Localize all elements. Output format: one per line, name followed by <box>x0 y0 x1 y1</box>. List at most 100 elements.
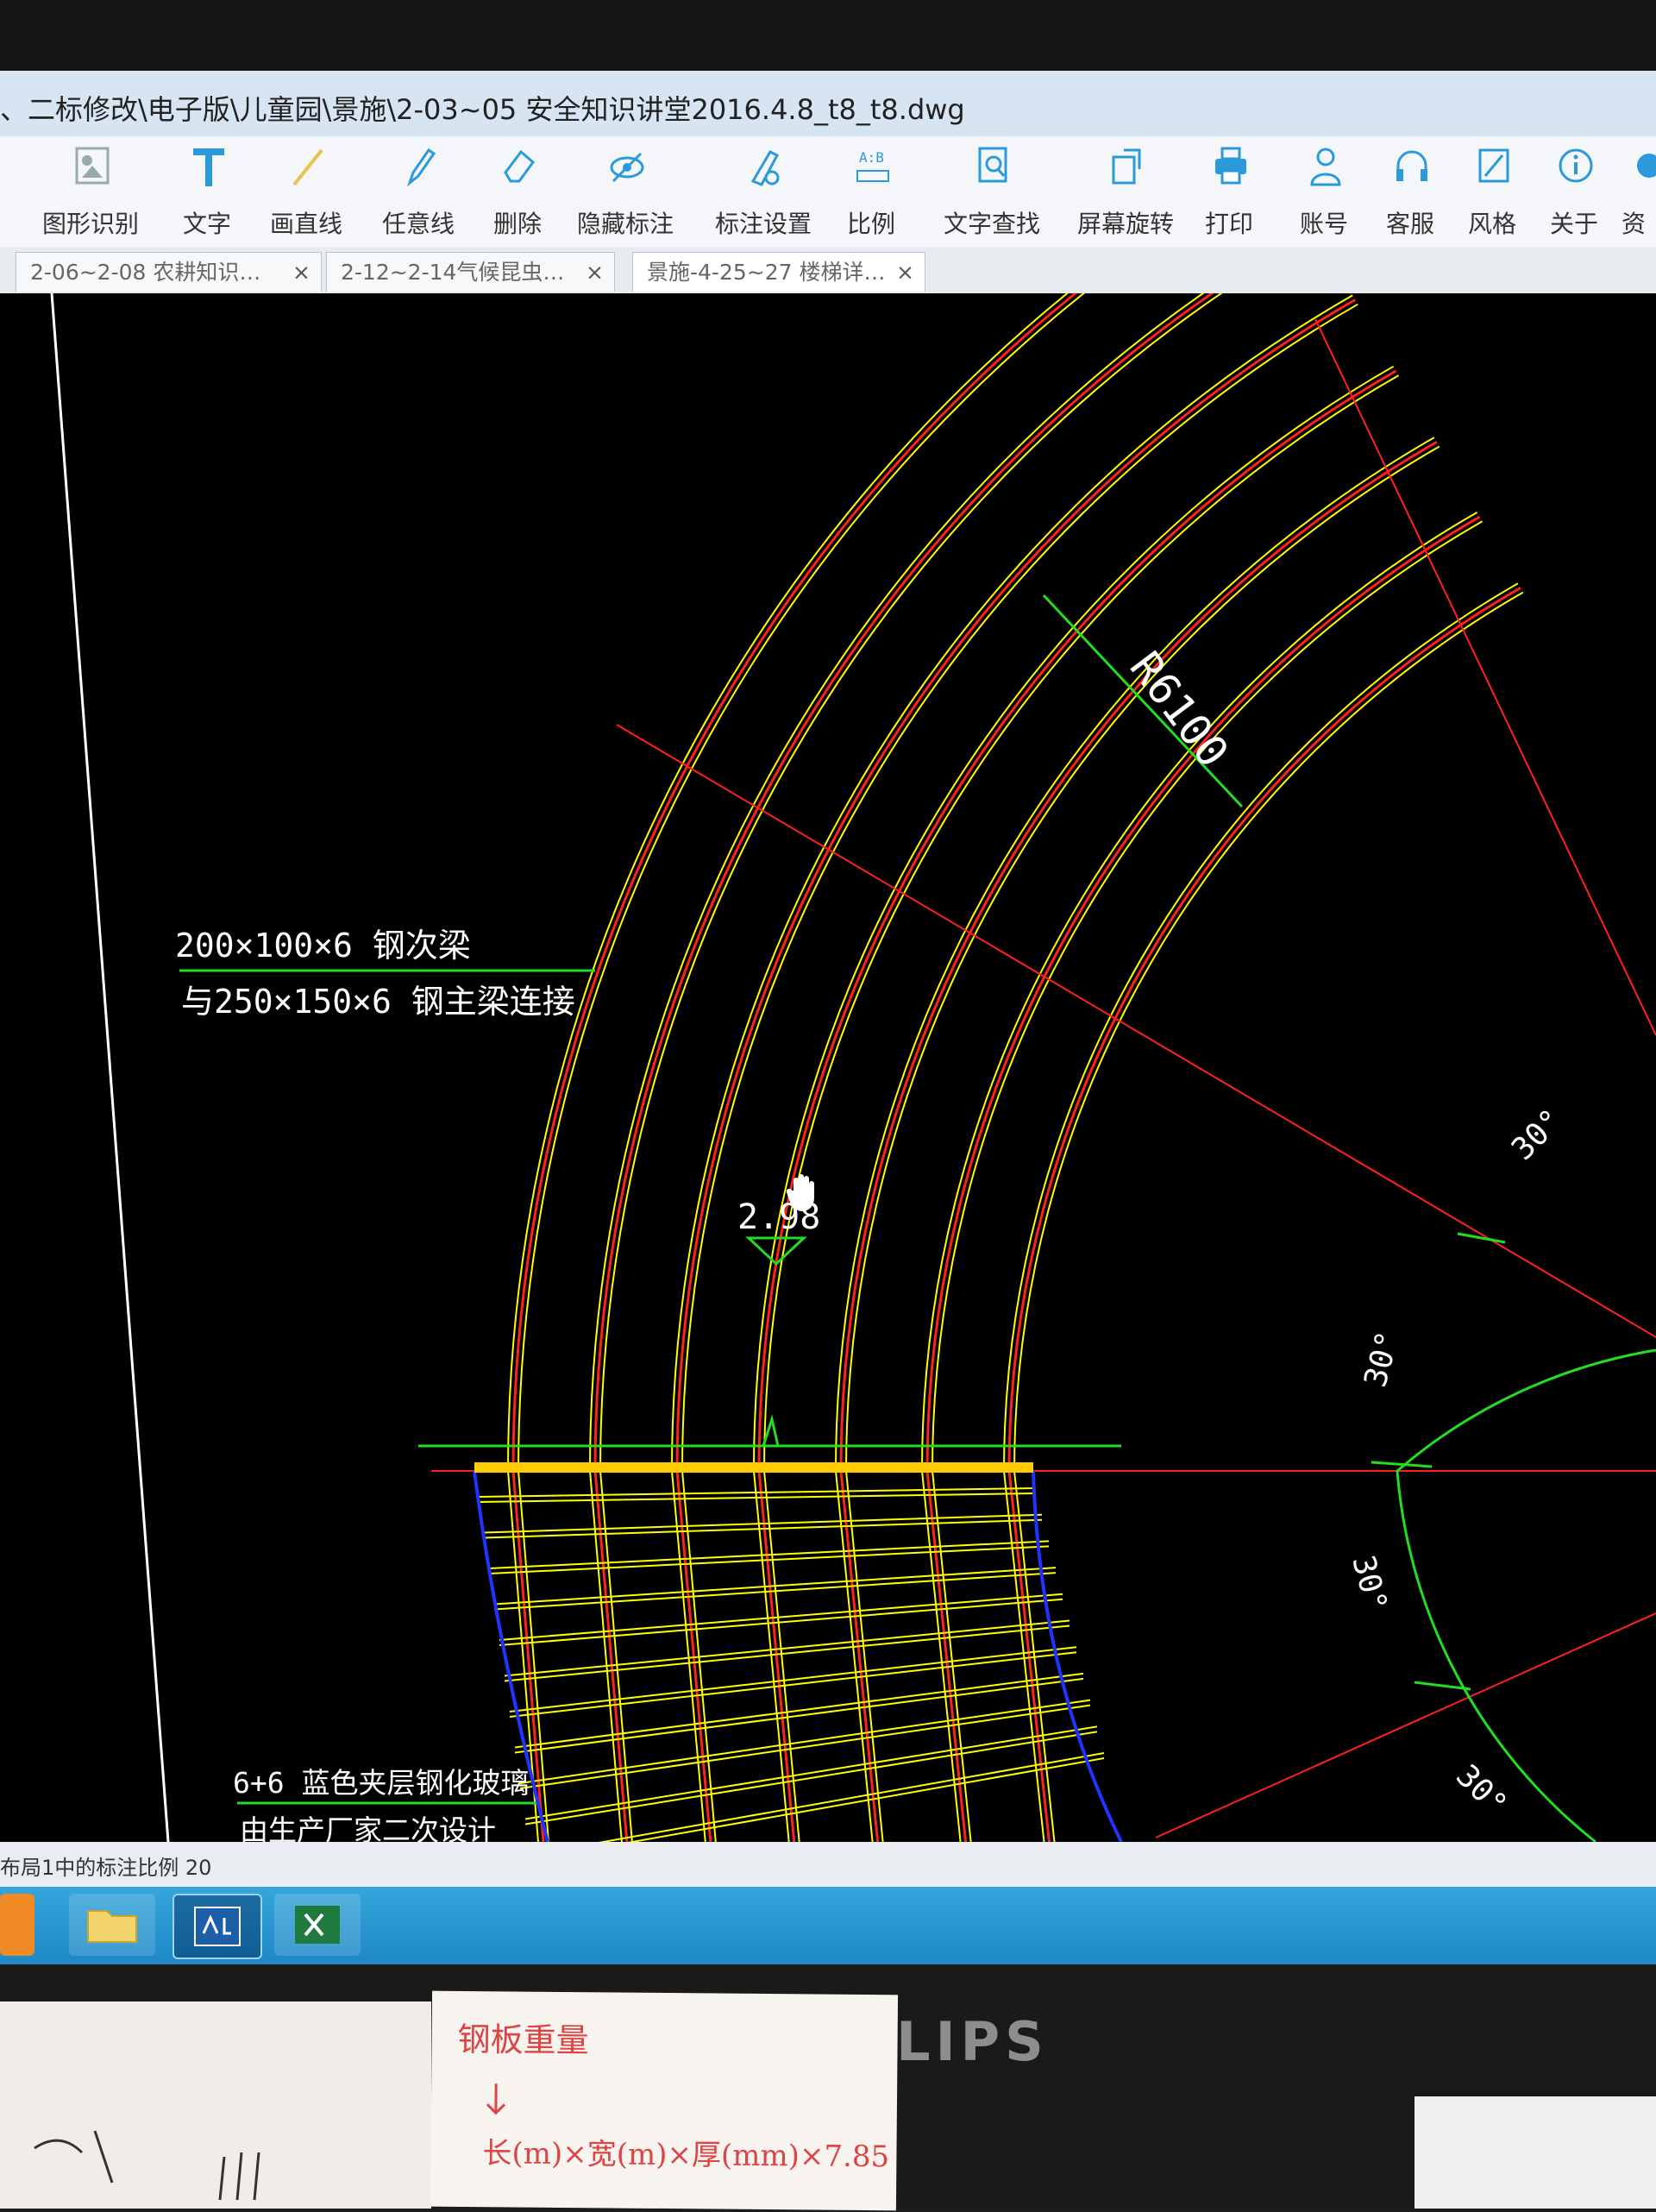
text-search-icon <box>978 147 1007 183</box>
eraser-icon <box>504 149 536 183</box>
os-taskbar <box>0 1887 1656 1964</box>
beam-arc <box>681 303 1358 1472</box>
printer-icon <box>1215 147 1246 185</box>
beam-arc <box>593 293 1215 1472</box>
about-button[interactable]: 关于 <box>1527 136 1622 247</box>
beam-segment <box>593 1470 629 1842</box>
toolbar: 图形识别 文字 画直线 任意线 删除 隐藏标注 标注设置 A:B 比例 文字查找… <box>0 136 1656 247</box>
desk-paper <box>1414 2096 1656 2209</box>
cad-drawing-svg <box>50 293 1656 1842</box>
axis-line <box>1155 1612 1656 1838</box>
shape-recognize-icon <box>75 147 110 185</box>
note-formula: 长(m)×宽(m)×厚(mm)×7.85 <box>482 2136 890 2175</box>
beam-arc <box>1003 582 1519 1472</box>
hand-cursor-icon <box>786 1174 814 1211</box>
beam-arc <box>921 511 1478 1472</box>
close-icon[interactable]: × <box>896 253 914 292</box>
shape-recognize-button[interactable]: 图形识别 <box>42 136 139 247</box>
glass-grid-bar <box>499 1598 1063 1646</box>
beam-note-line1: 200×100×6 钢次梁 <box>175 927 471 965</box>
toolbar-label: 比例 <box>846 210 895 238</box>
pen-icon <box>406 148 436 187</box>
glass-grid-bar <box>509 1646 1077 1712</box>
note-title: 钢板重量 <box>457 2020 589 2060</box>
desk-paper <box>0 2001 431 2209</box>
toolbar-label: 文字查找 <box>943 210 1040 238</box>
beam-segment <box>932 1470 972 1842</box>
freehand-button[interactable]: 任意线 <box>371 136 466 247</box>
rotate-screen-icon <box>1112 148 1141 185</box>
folder-icon[interactable] <box>69 1894 155 1956</box>
beam-arc <box>835 437 1435 1472</box>
beam-arc <box>1013 591 1524 1472</box>
text-t-icon <box>193 148 224 186</box>
document-tabbar: 2-06~2-08 农耕知识… × 2-12~2-14气候昆虫… × 景施-4-… <box>0 247 1656 295</box>
glass-grid <box>478 1487 1105 1842</box>
main-beam <box>474 1462 1033 1473</box>
status-text: 布局1中的标注比例 20 <box>0 1856 212 1880</box>
beam-arc <box>845 445 1440 1472</box>
excel-icon[interactable] <box>274 1894 361 1956</box>
rotate-screen-button[interactable]: 屏幕旋转 <box>1077 136 1174 247</box>
beam-arc <box>1007 587 1521 1472</box>
toolbar-label: 关于 <box>1549 210 1598 238</box>
cad-drawing-canvas[interactable]: R6100 2.98 30° 30° 30° 30° 200×100×6 钢次梁… <box>0 293 1656 1847</box>
beam-arc <box>675 298 1357 1472</box>
monitor-brand-logo: ILIPS <box>871 2010 1049 2073</box>
headset-icon <box>1396 150 1427 181</box>
scale-icon: A:B <box>856 149 889 182</box>
info-icon <box>1559 148 1593 183</box>
tab-document-1[interactable]: 2-06~2-08 农耕知识… × <box>16 252 322 292</box>
glass-grid-bar <box>509 1651 1077 1718</box>
glass-grid-bar <box>514 1677 1084 1754</box>
layout-border-line <box>50 293 170 1842</box>
beam-arc <box>753 365 1395 1472</box>
glass-grid-bar <box>598 1752 1105 1842</box>
beam-note-line2: 与250×150×6 钢主梁连接 <box>181 983 575 1021</box>
beam-arc <box>671 294 1353 1472</box>
toolbar-label: 图形识别 <box>41 210 139 238</box>
sticky-note: 钢板重量 长(m)×宽(m)×厚(mm)×7.85 <box>430 1990 899 2211</box>
beam-arc <box>932 520 1484 1472</box>
beam-arc <box>757 369 1397 1472</box>
angle-arc <box>1396 1348 1656 1842</box>
svg-text:A:B: A:B <box>859 149 884 166</box>
glass-grid-bar <box>493 1567 1057 1606</box>
tab-document-3[interactable]: 景施-4-25~27 楼梯详… × <box>632 252 925 292</box>
tab-label: 景施-4-25~27 楼梯详… <box>647 260 886 285</box>
cad-app-icon[interactable] <box>172 1894 262 1959</box>
command-statusbar: 布局1中的标注比例 20 <box>0 1842 1656 1887</box>
window-titlebar: 、二标修改\电子版\儿童园\景施\2-03~05 安全知识讲堂2016.4.8_… <box>0 71 1656 137</box>
beam-arc <box>925 515 1481 1472</box>
close-icon[interactable]: × <box>586 253 604 292</box>
line-icon <box>292 148 323 186</box>
glass-grid-bar <box>499 1593 1063 1641</box>
close-icon[interactable]: × <box>292 253 310 292</box>
toolbar-label: 资 <box>1622 210 1647 238</box>
toolbar-label: 隐藏标注 <box>576 210 674 238</box>
tab-label: 2-12~2-14气候昆虫… <box>341 260 565 285</box>
monitor-bezel-top <box>0 0 1656 71</box>
axis-line <box>1314 318 1656 1036</box>
style-icon <box>1478 148 1509 183</box>
hide-dimension-button[interactable]: 隐藏标注 <box>577 136 674 247</box>
glass-note-line1: 6+6 蓝色夹层钢化玻璃 <box>233 1766 530 1800</box>
window-title: 、二标修改\电子版\儿童园\景施\2-03~05 安全知识讲堂2016.4.8_… <box>0 93 965 126</box>
beam-arc <box>839 440 1438 1472</box>
resource-icon <box>1637 154 1656 178</box>
dimension-settings-button[interactable]: 标注设置 <box>715 136 812 247</box>
tab-label: 2-06~2-08 农耕知识… <box>30 260 261 285</box>
dimension-settings-icon <box>750 150 780 186</box>
text-button[interactable]: 文字 <box>160 136 254 247</box>
scale-button[interactable]: A:B 比例 <box>824 136 919 247</box>
glass-grid-bar <box>504 1619 1070 1677</box>
resource-button[interactable]: 资 <box>1622 136 1656 247</box>
media-player-icon[interactable] <box>0 1894 34 1956</box>
glass-grid-bar <box>504 1624 1070 1682</box>
tab-document-2[interactable]: 2-12~2-14气候昆虫… × <box>326 252 615 292</box>
beam-arc <box>763 374 1400 1472</box>
line-button[interactable]: 画直线 <box>259 136 354 247</box>
beam-segment <box>763 1470 800 1842</box>
delete-button[interactable]: 删除 <box>470 136 565 247</box>
text-search-button[interactable]: 文字查找 <box>944 136 1040 247</box>
